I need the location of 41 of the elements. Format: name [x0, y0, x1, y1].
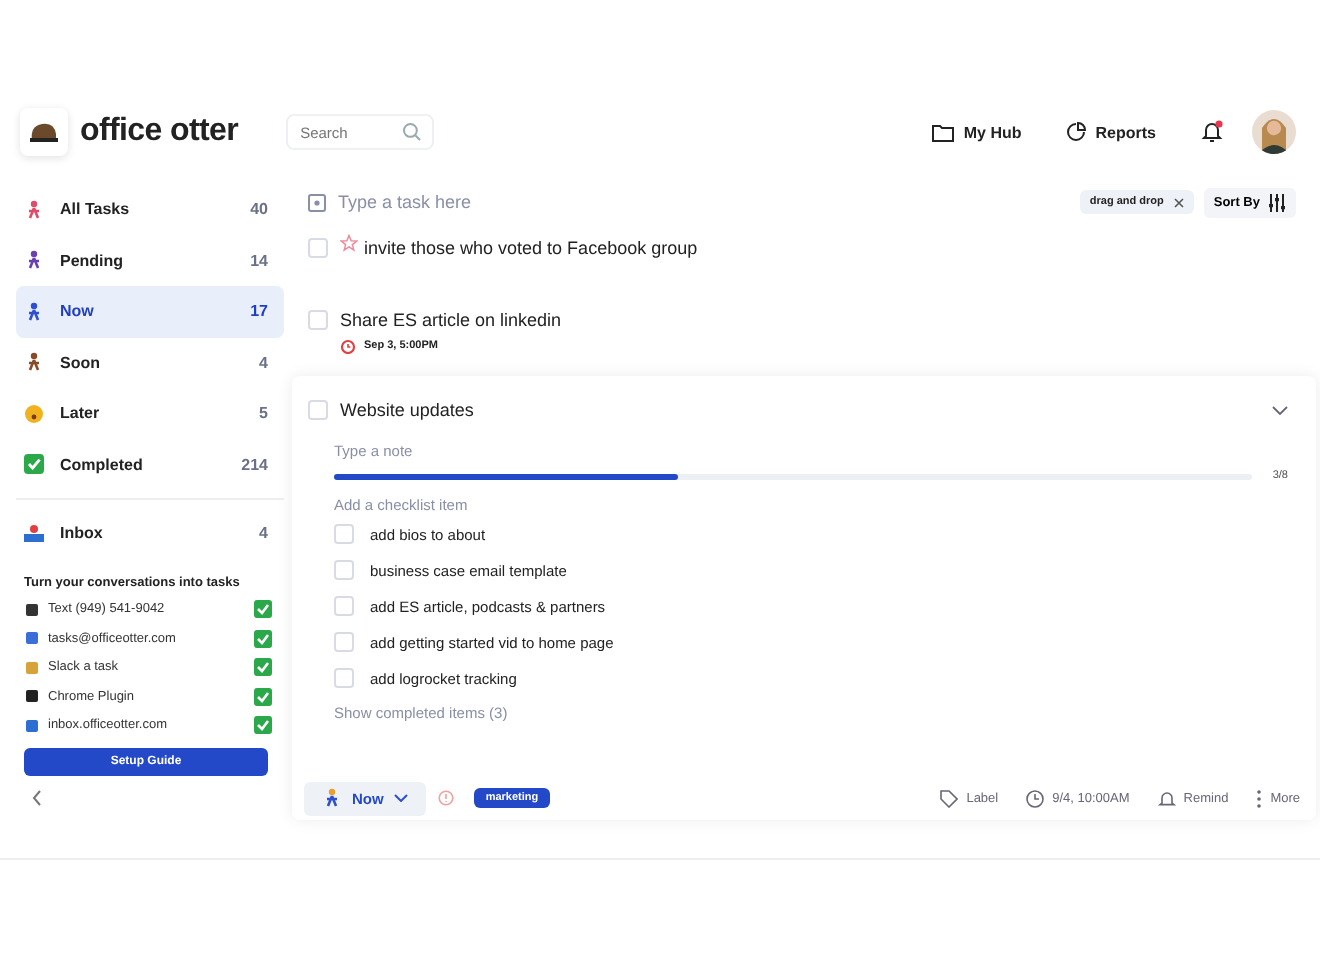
check-mark-icon	[24, 454, 44, 475]
checkbox[interactable]	[254, 687, 272, 706]
nav-link[interactable]: Reports	[1065, 122, 1156, 142]
checkbox[interactable]	[254, 658, 272, 677]
bell-icon[interactable]	[1200, 120, 1224, 144]
chevron-left-icon[interactable]	[32, 790, 42, 806]
checkbox[interactable]	[254, 716, 272, 735]
sidebar-item[interactable]: Pending 14	[16, 235, 284, 286]
close-icon[interactable]	[1173, 197, 1184, 207]
checkbox[interactable]	[254, 629, 272, 648]
nav-link[interactable]: My Hub	[931, 123, 1022, 141]
sliders-icon	[1268, 193, 1286, 211]
alert-icon[interactable]	[437, 790, 454, 806]
app-name: office otter	[80, 114, 239, 150]
sidebar-item[interactable]: All Tasks 40	[16, 184, 284, 235]
sidebar-item[interactable]: Soon 4	[16, 337, 284, 388]
search-icon	[402, 122, 423, 142]
walker-icon	[24, 352, 44, 373]
caret-icon	[393, 794, 408, 802]
sidebar-item[interactable]: Later 5	[16, 388, 284, 439]
folder-icon	[931, 123, 954, 141]
more-icon	[1256, 789, 1263, 807]
bell-icon	[1157, 789, 1176, 807]
add-square-icon	[308, 193, 326, 211]
chevron-icon[interactable]	[1272, 405, 1288, 415]
sidebar-item[interactable]: Completed 214	[16, 439, 284, 490]
task-title: invite those who voted to Facebook group	[364, 238, 698, 258]
figure-icon	[24, 250, 44, 271]
face-icon	[24, 403, 44, 424]
runner-icon	[322, 788, 342, 808]
clock-icon	[1026, 789, 1045, 807]
star-icon[interactable]	[340, 233, 358, 251]
tag-icon	[940, 789, 959, 807]
task-title: Website updates	[340, 400, 474, 420]
checkbox[interactable]	[254, 600, 272, 619]
sidebar-item[interactable]: Inbox 4	[16, 508, 284, 559]
task-title: Share ES article on linkedin	[340, 310, 562, 330]
sidebar-item[interactable]: Now 17	[16, 286, 284, 337]
pie-chart-icon	[1065, 122, 1086, 142]
runner-icon	[24, 301, 44, 322]
alarm-clock-icon	[340, 338, 356, 354]
